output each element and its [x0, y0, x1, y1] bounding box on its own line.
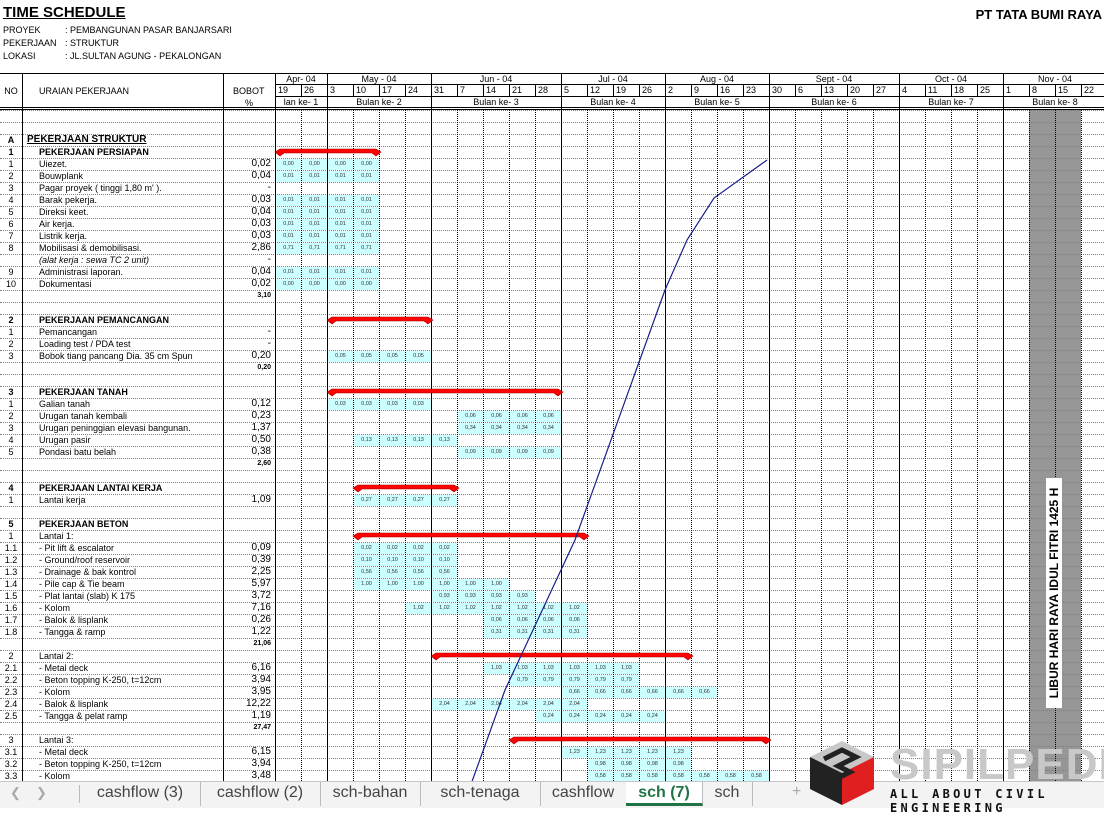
meta-project: PROYEK : PEMBANGUNAN PASAR BANJARSARI [3, 25, 232, 35]
schedule-bar [326, 388, 564, 397]
sheet-tab[interactable]: cashflow [540, 782, 627, 806]
watermark-logo: SIPILPEDIA ALL ABOUT CIVIL ENGINEERING [806, 737, 1104, 815]
meta-work: PEKERJAAN : STRUKTUR [3, 38, 119, 48]
sipilpedia-cube-icon [810, 741, 874, 805]
sheet-tab[interactable]: sch (7) [626, 782, 703, 806]
meta-value: : JL.SULTAN AGUNG - PEKALONGAN [65, 51, 222, 61]
watermark-brand: SIPILPEDIA [890, 740, 1104, 789]
schedule-bar [352, 532, 590, 541]
schedule-bar [274, 148, 382, 157]
watermark-tagline: ALL ABOUT CIVIL ENGINEERING [890, 787, 1048, 815]
sheet-tab[interactable]: sch [702, 782, 753, 806]
sheet-tab[interactable]: cashflow (3) [80, 782, 201, 806]
meta-value: : PEMBANGUNAN PASAR BANJARSARI [65, 25, 232, 35]
sheet-tab[interactable]: sch-bahan [320, 782, 421, 806]
sheet-tab[interactable]: cashflow (2) [200, 782, 321, 806]
sheet-tab[interactable]: sch-tenaga [420, 782, 541, 806]
schedule-bar [352, 484, 460, 493]
schedule-overlay [274, 148, 772, 781]
schedule-bar [508, 736, 772, 745]
holiday-text: LIBUR HARI RAYA IDUL FITRI 1425 H [1047, 487, 1061, 699]
tab-separator [79, 785, 80, 803]
tab-next-arrow-icon[interactable]: ❯ [36, 785, 47, 801]
company-name: PT TATA BUMI RAYA [975, 7, 1102, 22]
s-curve-line [471, 159, 768, 781]
meta-location: LOKASI : JL.SULTAN AGUNG - PEKALONGAN [3, 51, 221, 61]
schedule-bar [430, 652, 694, 661]
meta-key: PEKERJAAN [3, 38, 57, 48]
schedule-grid[interactable]: NO URAIAN PEKERJAAN BOBOT% Apr- 04 May - 04 J… [0, 73, 1104, 781]
holiday-label: LIBUR HARI RAYA IDUL FITRI 1425 H [1046, 478, 1062, 708]
schedule-bar [326, 316, 434, 325]
add-sheet-icon[interactable]: + [792, 783, 801, 801]
meta-key: PROYEK [3, 25, 41, 35]
meta-key: LOKASI [3, 51, 36, 61]
meta-value: : STRUKTUR [65, 38, 119, 48]
sheet-title: TIME SCHEDULE [3, 4, 126, 21]
tab-prev-arrow-icon[interactable]: ❮ [10, 785, 21, 801]
